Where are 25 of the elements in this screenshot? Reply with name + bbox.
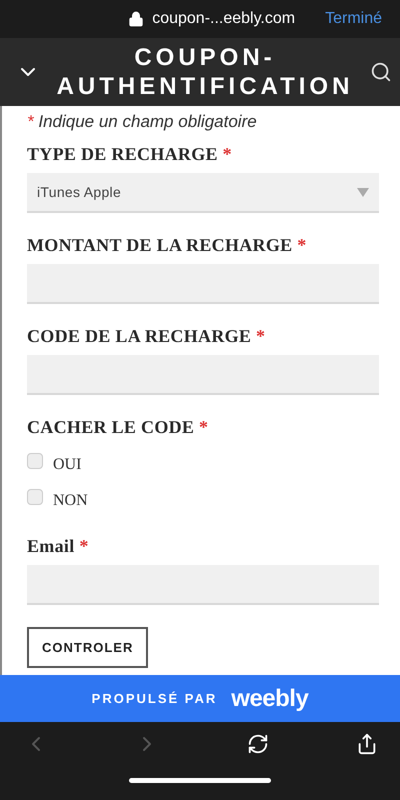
input-field[interactable] xyxy=(27,355,379,395)
search-icon[interactable] xyxy=(370,61,392,83)
checkbox-label: OUI xyxy=(53,456,82,474)
done-button[interactable]: Terminé xyxy=(325,10,382,28)
footer-text: PROPULSÉ PAR xyxy=(92,691,218,706)
input-field[interactable] xyxy=(27,565,379,605)
footer-banner[interactable]: PROPULSÉ PAR weebly xyxy=(0,675,400,722)
select-field[interactable]: iTunes Apple xyxy=(27,173,379,213)
checkbox[interactable] xyxy=(27,453,43,469)
field-label: CACHER LE CODE * xyxy=(27,417,210,438)
lock-icon xyxy=(128,11,144,27)
dropdown-icon xyxy=(357,188,369,196)
checkbox[interactable] xyxy=(27,489,43,505)
field-label: TYPE DE RECHARGE * xyxy=(27,144,233,165)
url-text: coupon-...eebly.com xyxy=(152,10,296,28)
field-label: Email * xyxy=(27,536,90,557)
checkbox-label: NON xyxy=(53,492,88,510)
field-label: MONTANT DE LA RECHARGE * xyxy=(27,235,308,256)
submit-button[interactable]: CONTROLER xyxy=(27,627,148,668)
site-title: COUPON- AUTHENTIFICATION xyxy=(56,43,354,101)
field-label: CODE DE LA RECHARGE * xyxy=(27,326,266,347)
required-note: * Indique un champ obligatoire xyxy=(27,112,258,132)
brand-logo: weebly xyxy=(231,684,308,712)
input-field[interactable] xyxy=(27,264,379,304)
reload-icon[interactable] xyxy=(246,733,269,755)
